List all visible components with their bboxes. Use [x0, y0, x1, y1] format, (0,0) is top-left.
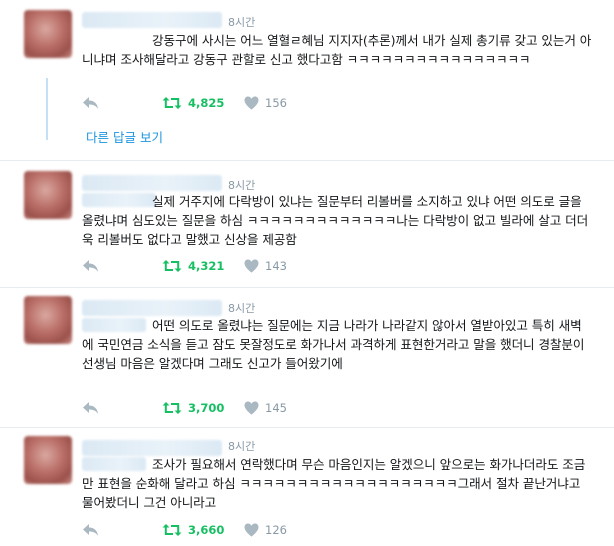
retweet-icon — [162, 524, 182, 536]
divider — [0, 160, 614, 161]
tweet-timestamp[interactable]: 8시간 — [228, 14, 255, 30]
heart-icon — [244, 259, 259, 273]
retweet-icon — [162, 260, 182, 272]
like-button[interactable]: 126 — [244, 523, 287, 537]
blurred-username[interactable] — [82, 300, 222, 316]
tweet-text: 조사가 필요해서 연락했다며 무슨 마음인지는 알겠으니 앞으로는 화가나더라도… — [82, 455, 592, 512]
like-count: 143 — [265, 259, 287, 273]
divider — [0, 427, 614, 428]
blurred-username[interactable] — [82, 440, 222, 456]
tweet-timestamp[interactable]: 8시간 — [228, 300, 255, 316]
like-count: 126 — [265, 523, 287, 537]
heart-icon — [244, 96, 259, 110]
retweet-button[interactable]: 4,825 — [162, 96, 224, 110]
reply-button[interactable] — [82, 96, 99, 110]
reply-arrow-icon — [83, 402, 98, 414]
avatar[interactable] — [24, 436, 72, 484]
like-button[interactable]: 143 — [244, 259, 287, 273]
tweet-text: 어떤 의도로 올렸냐는 질문에는 지금 나라가 나라같지 않아서 열받아있고 특… — [82, 316, 592, 373]
retweet-icon — [162, 97, 182, 109]
tweet-text: 실제 거주지에 다락방이 있냐는 질문부터 리볼버를 소지하고 있냐 어떤 의도… — [82, 192, 592, 249]
reply-button[interactable] — [82, 401, 99, 415]
like-button[interactable]: 156 — [244, 96, 287, 110]
retweet-count: 3,660 — [188, 523, 225, 537]
reply-arrow-icon — [83, 97, 98, 109]
avatar[interactable] — [24, 10, 72, 58]
reply-arrow-icon — [83, 524, 98, 536]
retweet-count: 4,825 — [188, 96, 225, 110]
blurred-username[interactable] — [82, 12, 222, 28]
thread-connector-line — [46, 78, 48, 140]
like-count: 145 — [265, 401, 287, 415]
tweet-timestamp[interactable]: 8시간 — [228, 177, 255, 193]
reply-arrow-icon — [83, 260, 98, 272]
show-more-replies-link[interactable]: 다른 답글 보기 — [86, 127, 163, 146]
heart-icon — [244, 401, 259, 415]
reply-button[interactable] — [82, 523, 99, 537]
blurred-username[interactable] — [82, 175, 222, 191]
retweet-icon — [162, 402, 182, 414]
retweet-button[interactable]: 3,660 — [162, 523, 224, 537]
retweet-button[interactable]: 4,321 — [162, 259, 224, 273]
heart-icon — [244, 523, 259, 537]
avatar[interactable] — [24, 296, 72, 344]
tweet-text: 강동구에 사시는 어느 열혈ㄹ혜님 지지자(추론)께서 내가 실제 총기류 갖고… — [82, 31, 592, 69]
like-count: 156 — [265, 96, 287, 110]
like-button[interactable]: 145 — [244, 401, 287, 415]
reply-button[interactable] — [82, 259, 99, 273]
retweet-count: 3,700 — [188, 401, 225, 415]
retweet-count: 4,321 — [188, 259, 225, 273]
retweet-button[interactable]: 3,700 — [162, 401, 224, 415]
divider — [0, 287, 614, 288]
avatar[interactable] — [24, 171, 72, 219]
tweet-text-content: 어떤 의도로 올렸냐는 질문에는 지금 나라가 나라같지 않아서 열받아있고 특… — [82, 318, 585, 371]
tweet-text-content: 강동구에 사시는 어느 열혈ㄹ혜님 지지자(추론)께서 내가 실제 총기류 갖고… — [82, 33, 592, 67]
tweet-timestamp[interactable]: 8시간 — [228, 438, 255, 454]
tweet-text-content: 실제 거주지에 다락방이 있냐는 질문부터 리볼버를 소지하고 있냐 어떤 의도… — [82, 194, 589, 247]
tweet-text-content: 조사가 필요해서 연락했다며 무슨 마음인지는 알겠으니 앞으로는 화가나더라도… — [82, 457, 586, 510]
